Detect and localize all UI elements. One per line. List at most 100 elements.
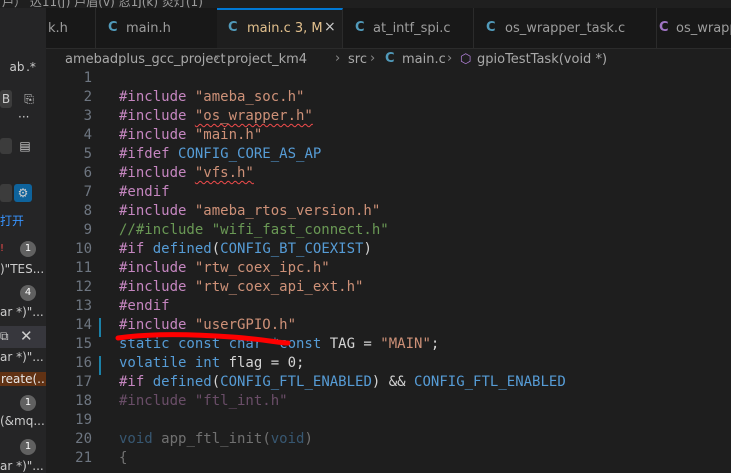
code-line[interactable]: void app_ftl_init(void) (119, 431, 313, 447)
code-line[interactable]: #include "os_wrapper.h" (119, 108, 313, 124)
line-number: 13 (75, 298, 92, 314)
breadcrumb-item-km4[interactable]: project_km4 (227, 52, 307, 67)
c-file-icon: C (659, 20, 669, 35)
code-line[interactable]: #if defined(CONFIG_FTL_ENABLED) && CONFI… (119, 374, 566, 390)
code-token: #if (119, 241, 153, 257)
breadcrumb-item-symbol[interactable]: gpioTestTask(void *) (477, 52, 607, 67)
cube-icon: ⬡ (460, 52, 472, 67)
search-result-row[interactable]: ar *)"... (0, 305, 44, 319)
code-token: defined (152, 241, 212, 257)
preserve-case-icon[interactable]: B (0, 90, 12, 108)
code-token: #include "ftl_int.h" (119, 393, 288, 409)
breadcrumb-item-project[interactable]: amebadplus_gcc_project (65, 52, 226, 67)
code-token: #endif (119, 184, 170, 200)
dismiss-icon[interactable]: ✕ (20, 327, 33, 345)
search-result-row[interactable]: ar *)"... (0, 350, 44, 364)
code-token: ; (430, 336, 440, 352)
tab-at-intf-spi-c[interactable]: C at_intf_spi.c (343, 8, 474, 48)
red-annotation-stroke (115, 332, 291, 346)
chevron-right-icon: › (335, 51, 341, 66)
code-token: void (270, 431, 305, 447)
line-number: 1 (83, 71, 92, 86)
code-token: "ameba_soc.h" (194, 89, 305, 105)
files-input-stub[interactable] (0, 138, 12, 154)
code-token: #include (119, 260, 195, 276)
replace-all-icon[interactable]: ⎘ (20, 90, 38, 108)
line-number: 11 (75, 260, 92, 276)
code-line[interactable]: volatile int flag = 0; (119, 355, 304, 371)
code-token: app_ftl_init (161, 431, 263, 447)
code-line[interactable]: #endif (119, 184, 170, 200)
c-file-icon: C (385, 51, 395, 66)
code-line[interactable]: #include "vfs.h" (119, 165, 254, 181)
search-result-row[interactable]: )"TES... (0, 262, 44, 276)
code-token: defined (152, 374, 212, 390)
tab-k-h[interactable]: k.h (46, 8, 96, 48)
book-icon[interactable]: ▤ (16, 137, 34, 155)
code-line[interactable]: #include "rtw_coex_api_ext.h" (119, 279, 363, 295)
open-in-editor-link[interactable]: 打开 (0, 212, 24, 229)
chevron-right-icon: › (214, 51, 220, 66)
breadcrumb-item-file[interactable]: main.c (402, 52, 446, 67)
line-number: 14 (75, 317, 92, 333)
more-options-icon[interactable]: ··· (18, 110, 29, 124)
c-file-icon: C (228, 20, 238, 35)
breadcrumb-item-src[interactable]: src (348, 52, 367, 67)
search-result-row[interactable]: reate(... (0, 372, 46, 386)
selected-result-row[interactable]: ⧉ ✕ (0, 326, 46, 348)
code-token: TAG = (329, 336, 381, 352)
code-line[interactable]: #include "ameba_rtos_version.h" (119, 203, 380, 219)
code-line[interactable]: #include "ftl_int.h" (119, 393, 288, 409)
code-line[interactable]: #endif (119, 298, 170, 314)
tab-os-wrapper[interactable]: C os_wrapp (657, 8, 731, 48)
c-file-icon: C (355, 20, 365, 35)
code-token: flag = 0; (228, 355, 305, 371)
result-count-badge: 1 (20, 439, 36, 455)
code-token: #include (119, 108, 195, 124)
modified-line-marker (99, 318, 101, 337)
line-number: 18 (75, 393, 92, 409)
line-number: 16 (75, 355, 92, 371)
code-token: CONFIG_FTL_ENABLED (220, 374, 372, 390)
regex-icon[interactable]: .* (22, 58, 40, 76)
tab-main-c[interactable]: C main.c 3, M × (217, 8, 343, 48)
line-number: 10 (75, 241, 92, 257)
result-count-badge: 1 (20, 395, 36, 411)
code-token: "main.h" (194, 127, 263, 143)
code-token: CONFIG_FTL_ENABLED (414, 374, 566, 390)
tab-os-wrapper-task-c[interactable]: C os_wrapper_task.c (474, 8, 657, 48)
code-line[interactable]: #include "main.h" (119, 127, 262, 143)
code-token: "ameba_rtos_version.h" (194, 203, 381, 219)
line-number: 21 (75, 450, 92, 466)
close-icon[interactable]: × (324, 19, 336, 35)
code-token: ) (363, 241, 372, 257)
code-line[interactable]: #if defined(CONFIG_BT_COEXIST) (119, 241, 372, 257)
line-number: 2 (83, 89, 92, 105)
code-token: "vfs.h" (194, 165, 254, 181)
search-result-row[interactable]: ar *)"... (0, 459, 44, 473)
code-line[interactable]: //#include "wifi_fast_connect.h" (119, 222, 389, 238)
settings-gear-icon[interactable]: ⚙ (14, 184, 32, 202)
line-number: 8 (83, 203, 92, 219)
line-number: 3 (83, 108, 92, 124)
code-token: ) && (371, 374, 415, 390)
code-token: #include (119, 127, 195, 143)
search-result-row[interactable]: (&mq... (0, 414, 45, 428)
line-number: 4 (83, 127, 92, 143)
replace-icon[interactable]: ⧉ (0, 329, 9, 344)
code-line[interactable]: { (119, 450, 127, 466)
line-number: 15 (75, 336, 92, 352)
code-line[interactable]: #include "rtw_coex_ipc.h" (119, 260, 330, 276)
code-token: #ifdef (119, 146, 179, 162)
exclude-input-stub[interactable] (0, 184, 12, 202)
line-number: 5 (83, 146, 92, 162)
code-editor[interactable]: 1 2 3 4 5 6 7 8 9 10 11 12 13 14 15 16 17 18 19 20 21 #inclu… (46, 71, 731, 473)
line-number: 6 (83, 165, 92, 181)
line-number: 17 (75, 374, 92, 390)
code-line[interactable]: #ifdef CONFIG_CORE_AS_AP (119, 146, 321, 162)
code-token: volatile int (119, 355, 229, 371)
search-sidebar: ab .* B ⎘ ··· ▤ ⚙ 打开 ! 1 )"TES... 4 ar *… (0, 8, 47, 473)
code-token: //#include "wifi_fast_connect.h" (119, 222, 389, 238)
menu-bar-fragment: 戸） 込11(ʃ) 戸眉(v) 忍1J(k) 炎灯(1) (0, 0, 731, 8)
code-line[interactable]: #include "ameba_soc.h" (119, 89, 304, 105)
